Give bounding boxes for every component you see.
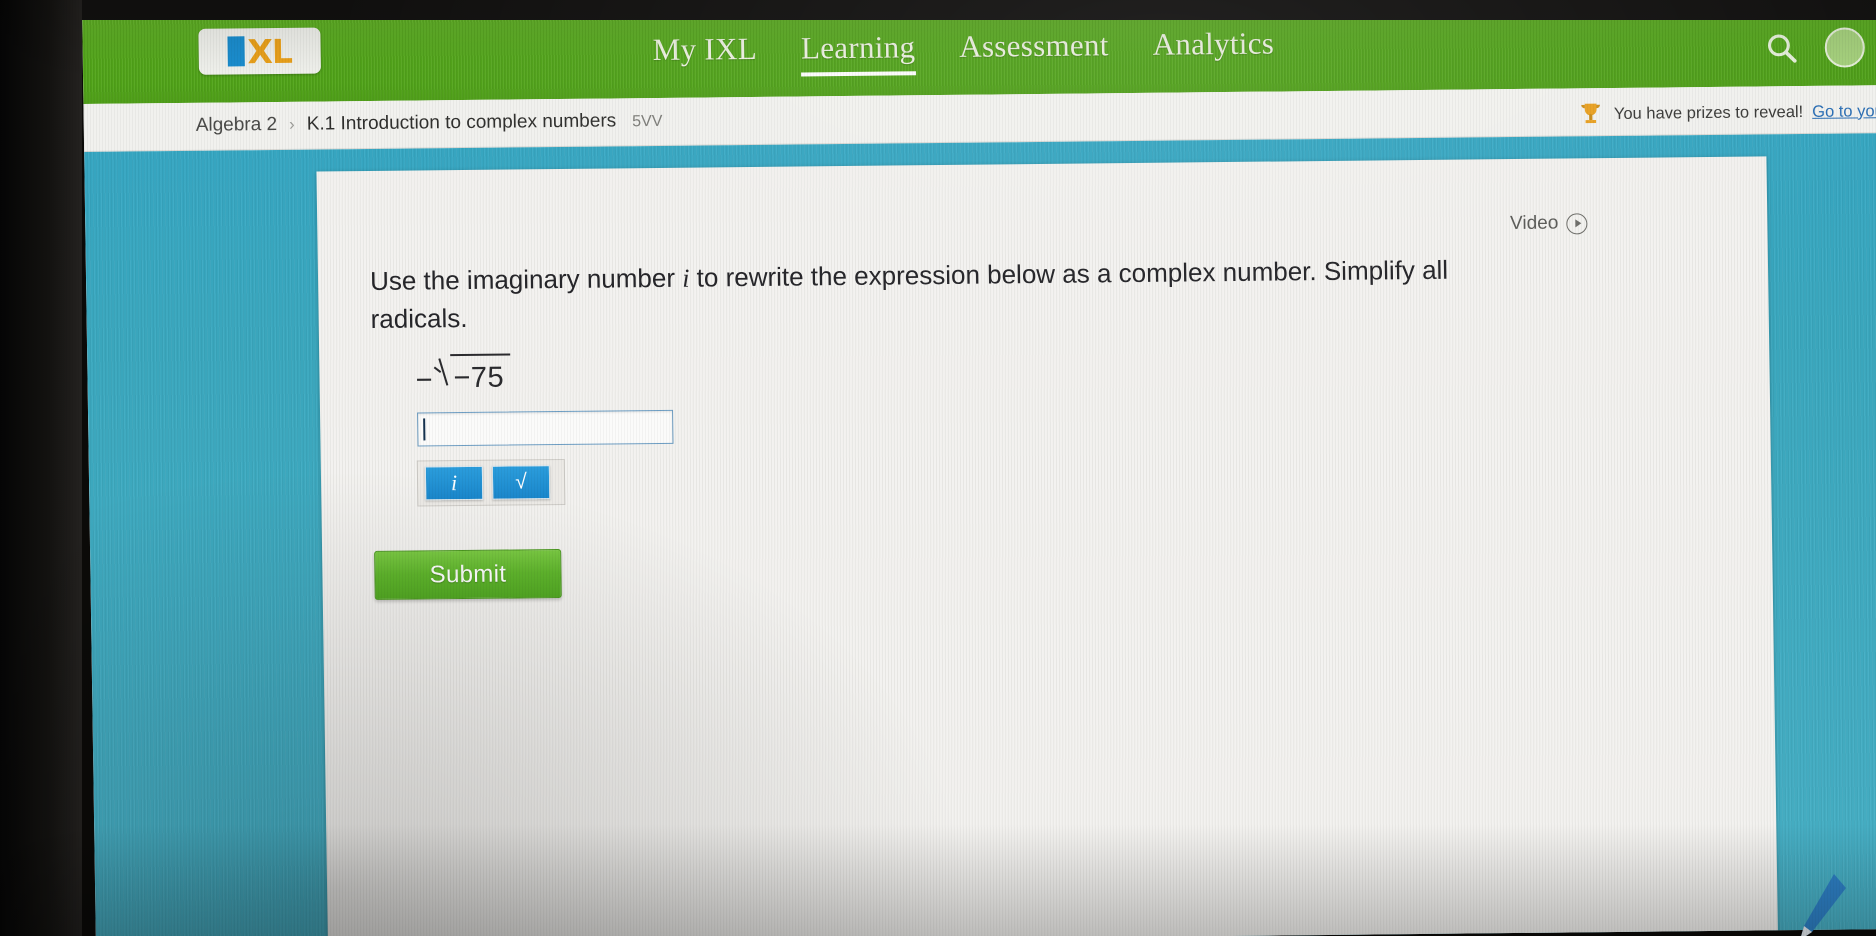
video-label: Video <box>1509 212 1559 235</box>
trophy-icon <box>1581 103 1601 124</box>
radical-symbol-icon: −75 <box>433 348 511 397</box>
photo-frame: P Paramount Plus - S... T Toyota tacoma … <box>0 0 1876 936</box>
square-root-key[interactable]: √ <box>491 465 551 500</box>
prize-banner-link[interactable]: Go to you <box>1812 102 1876 122</box>
ixl-logo-bar-icon <box>227 36 245 67</box>
nav-item-learning[interactable]: Learning <box>800 29 916 77</box>
math-expression: − −75 <box>415 348 511 397</box>
ixl-logo[interactable]: XL <box>198 27 321 75</box>
browser-tab[interactable]: P Paramount Plus - S... <box>641 0 790 1</box>
question-card: Video Use the imaginary number i to rewr… <box>316 156 1779 936</box>
user-avatar-icon[interactable] <box>1824 27 1866 68</box>
text-cursor <box>423 418 426 441</box>
prize-banner[interactable]: You have prizes to reveal! Go to you <box>1577 97 1876 128</box>
submit-button[interactable]: Submit <box>374 549 562 600</box>
skill-code: 5VV <box>632 112 663 131</box>
ixl-logo-text: XL <box>247 31 293 71</box>
prize-banner-text: You have prizes to reveal! <box>1613 102 1804 123</box>
nav-item-my-ixl[interactable]: My IXL <box>652 31 757 74</box>
breadcrumb: Algebra 2 › K.1 Introduction to complex … <box>196 110 663 137</box>
radical-tick <box>433 354 451 396</box>
answer-input[interactable] <box>417 409 674 447</box>
page-background: Video Use the imaginary number i to rewr… <box>84 133 1876 936</box>
play-circle-icon <box>1566 212 1588 234</box>
screen-content: P Paramount Plus - S... T Toyota tacoma … <box>82 0 1876 936</box>
radicand-value: −75 <box>450 353 511 397</box>
photo-left-bezel <box>0 0 82 936</box>
video-link[interactable]: Video <box>1510 212 1588 235</box>
imaginary-unit-italic: i <box>682 263 690 293</box>
search-icon[interactable] <box>1765 31 1800 65</box>
chevron-right-icon: › <box>288 114 295 134</box>
nav-items: My IXL Learning Assessment Analytics <box>652 26 1274 79</box>
nav-item-analytics[interactable]: Analytics <box>1152 26 1274 69</box>
nav-right-controls <box>1764 27 1866 68</box>
math-keypad: i √ <box>416 458 566 507</box>
breadcrumb-skill: K.1 Introduction to complex numbers <box>306 110 617 135</box>
breadcrumb-course[interactable]: Algebra 2 <box>196 114 278 137</box>
question-prompt: Use the imaginary number i to rewrite th… <box>369 254 1449 334</box>
nav-item-assessment[interactable]: Assessment <box>959 27 1109 71</box>
imaginary-unit-key[interactable]: i <box>424 465 484 501</box>
expression-leading-sign: − <box>415 364 433 397</box>
